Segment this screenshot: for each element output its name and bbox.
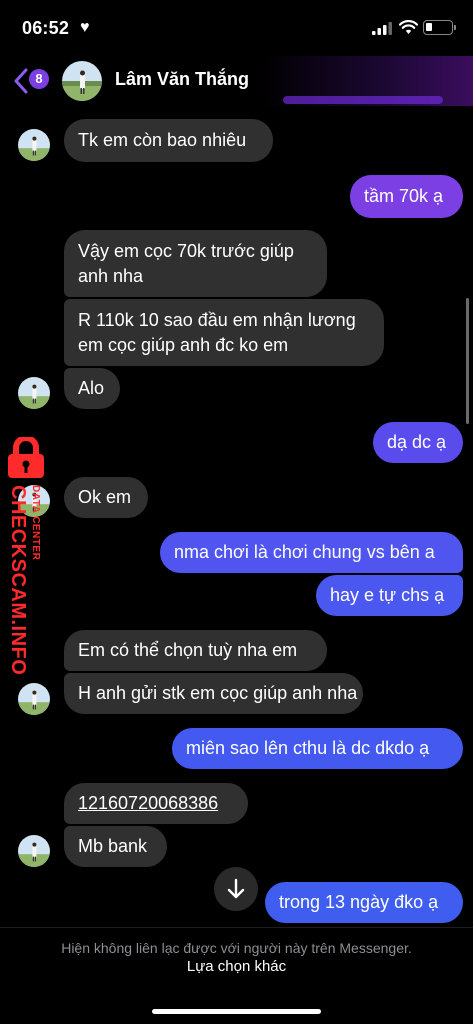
message-text: hay e tự chs ạ (330, 585, 445, 605)
scroll-down-arrow-icon (227, 878, 245, 899)
sender-avatar[interactable] (18, 377, 50, 409)
message-text: Em có thể chọn tuỳ nha em (78, 640, 298, 660)
sender-avatar[interactable] (18, 485, 50, 517)
message-text: em cọc giúp anh đc ko em (78, 335, 289, 355)
incoming-message[interactable]: Vậy em cọc 70k trước giúp anh nha (64, 230, 327, 297)
sender-avatar[interactable] (18, 835, 50, 867)
message-text: Alo (78, 378, 105, 398)
outgoing-message[interactable]: tầm 70k ạ (350, 175, 463, 218)
heart-icon: ♥ (80, 19, 90, 36)
outgoing-message[interactable]: nma chơi là chơi chung vs bên a (160, 532, 463, 573)
incoming-message[interactable]: Alo (64, 368, 120, 409)
outgoing-message[interactable]: miên sao lên cthu là dc dkdo ạ (172, 728, 463, 769)
scrollbar[interactable] (466, 298, 469, 424)
message-text: tầm 70k ạ (364, 186, 444, 206)
status-time: 06:52 (22, 18, 70, 38)
incoming-message[interactable]: Tk em còn bao nhiêu (64, 119, 273, 162)
other-options-link[interactable]: Lựa chọn khác (0, 958, 473, 975)
outgoing-message[interactable]: trong 13 ngày đko ạ (265, 882, 463, 923)
conversation-header: 8 Lâm Văn Thắng (0, 56, 473, 106)
message-text: Ok em (78, 487, 132, 507)
watermark: CHECKSCAM.INFO DATA CENTER (0, 437, 56, 675)
home-indicator[interactable] (152, 1009, 321, 1014)
unread-badge: 8 (29, 69, 49, 89)
contact-avatar[interactable] (62, 61, 102, 101)
incoming-message[interactable]: 12160720068386 (64, 783, 248, 824)
contact-name[interactable]: Lâm Văn Thắng (115, 69, 249, 90)
message-text: nma chơi là chơi chung vs bên a (174, 542, 435, 562)
scroll-to-bottom-button[interactable] (214, 867, 258, 911)
unavailable-notice: Hiện không liên lạc được với người này t… (61, 940, 412, 956)
wifi-icon (399, 20, 418, 34)
status-bar: 06:52 ♥ (0, 0, 473, 56)
message-text: R 110k 10 sao đầu em nhận lương (78, 310, 356, 330)
account-number-link[interactable]: 12160720068386 (78, 791, 218, 816)
incoming-message[interactable]: R 110k 10 sao đầu em nhận lương em cọc g… (64, 299, 384, 366)
message-text: Tk em còn bao nhiêu (78, 130, 247, 150)
outgoing-message[interactable]: hay e tự chs ạ (316, 575, 463, 616)
incoming-message[interactable]: H anh gửi stk em cọc giúp anh nha (64, 673, 363, 714)
battery-icon (423, 20, 456, 35)
message-text: dạ dc ạ (387, 432, 447, 452)
incoming-message[interactable]: Ok em (64, 477, 148, 518)
outgoing-message[interactable]: dạ dc ạ (373, 422, 463, 463)
message-text: Vậy em cọc 70k trước giúp (78, 241, 294, 261)
incoming-message[interactable]: Mb bank (64, 826, 167, 867)
lock-icon (8, 437, 44, 478)
sender-avatar[interactable] (18, 683, 50, 715)
message-text: anh nha (78, 266, 144, 286)
signal-icon (372, 22, 392, 35)
back-button[interactable]: 8 (14, 66, 54, 96)
back-chevron-icon (14, 68, 28, 94)
message-text: Mb bank (78, 836, 148, 856)
incoming-message[interactable]: Em có thể chọn tuỳ nha em (64, 630, 327, 671)
message-text: H anh gửi stk em cọc giúp anh nha (78, 683, 358, 703)
footer-divider (0, 927, 473, 928)
message-text: miên sao lên cthu là dc dkdo ạ (186, 738, 430, 758)
message-text: trong 13 ngày đko ạ (279, 892, 439, 912)
sender-avatar[interactable] (18, 129, 50, 161)
